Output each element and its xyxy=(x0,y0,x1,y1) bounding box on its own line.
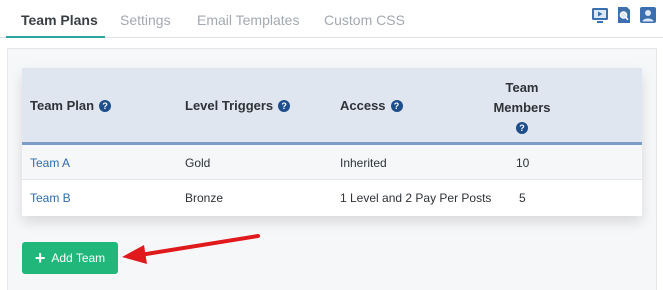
tab-custom-css[interactable]: Custom CSS xyxy=(324,12,405,28)
red-arrow-annotation xyxy=(122,234,260,264)
header-team-plan-label: Team Plan xyxy=(30,98,95,113)
help-icon[interactable]: ? xyxy=(278,99,291,112)
team-plan-link[interactable]: Team B xyxy=(30,191,71,205)
search-doc-icon[interactable] xyxy=(615,6,633,24)
team-plan-link[interactable]: Team A xyxy=(30,156,70,170)
header-team-members-line1: Team xyxy=(505,80,539,95)
header-team-members: Team Members ? xyxy=(478,78,566,134)
user-support-icon[interactable] xyxy=(639,6,657,24)
tab-bar: Team Plans Settings Email Templates Cust… xyxy=(0,0,663,38)
access-cell: Inherited xyxy=(340,156,387,170)
tab-email-templates[interactable]: Email Templates xyxy=(197,12,299,28)
table-row: Team B Bronze 1 Level and 2 Pay Per Post… xyxy=(22,180,642,215)
top-icon-group xyxy=(591,6,657,24)
members-cell: 5 xyxy=(519,191,526,205)
level-trigger-cell: Gold xyxy=(185,156,211,170)
help-icon[interactable]: ? xyxy=(99,99,112,112)
header-team-plan: Team Plan ? xyxy=(30,98,112,113)
video-tutorial-icon[interactable] xyxy=(591,6,609,24)
team-plans-table: Team Plan ? Level Triggers ? Access ? Te… xyxy=(22,68,642,216)
add-team-label: Add Team xyxy=(51,251,106,265)
header-access: Access ? xyxy=(340,98,403,113)
header-level-triggers-label: Level Triggers xyxy=(185,98,274,113)
header-level-triggers: Level Triggers ? xyxy=(185,98,291,113)
tab-settings[interactable]: Settings xyxy=(120,12,171,28)
table-row: Team A Gold Inherited 10 xyxy=(22,145,642,180)
tab-team-plans[interactable]: Team Plans xyxy=(21,12,98,28)
help-icon[interactable]: ? xyxy=(390,99,403,112)
help-icon[interactable]: ? xyxy=(516,122,528,134)
members-cell: 10 xyxy=(516,156,530,170)
active-tab-indicator xyxy=(6,36,105,38)
table-header: Team Plan ? Level Triggers ? Access ? Te… xyxy=(22,68,642,145)
access-cell: 1 Level and 2 Pay Per Posts xyxy=(340,191,492,205)
add-team-button[interactable]: + Add Team xyxy=(22,242,118,274)
plus-icon: + xyxy=(34,248,46,268)
level-trigger-cell: Bronze xyxy=(185,191,224,205)
header-access-label: Access xyxy=(340,98,386,113)
header-team-members-line2: Members xyxy=(493,100,551,115)
